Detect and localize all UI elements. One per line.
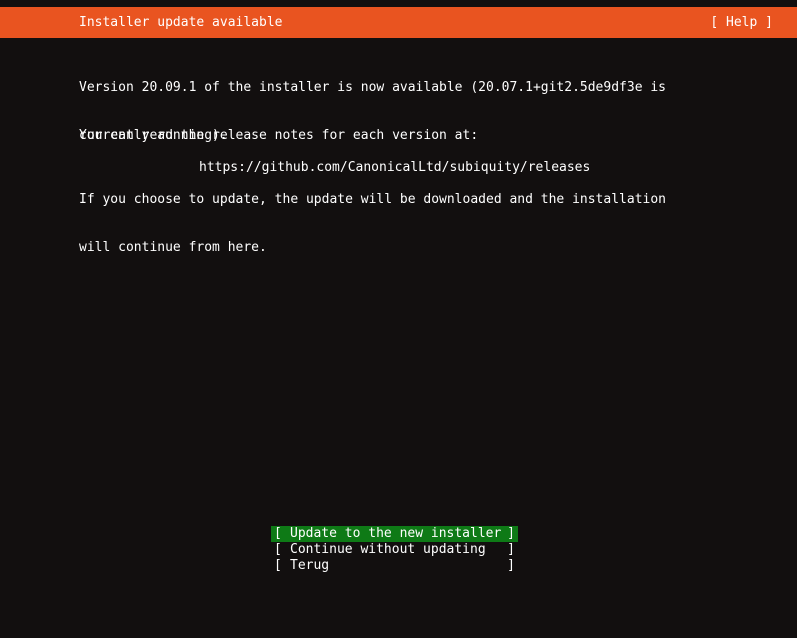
bracket-left-icon: [ [274,526,282,541]
back-button[interactable]: [ Terug ] [271,558,518,574]
bracket-right-icon: ] [507,542,515,557]
paragraph-update-info: If you choose to update, the update will… [79,160,666,288]
update-info-line-2: will continue from here. [79,240,267,255]
button-list: [ Update to the new installer ] [ Contin… [271,526,518,574]
button-label: Terug [290,558,330,573]
continue-without-updating-button[interactable]: [ Continue without updating ] [271,542,518,558]
version-line-1: Version 20.09.1 of the installer is now … [79,80,666,95]
button-label: Continue without updating [290,542,486,557]
header-bar: Installer update available [ Help ] [0,7,797,38]
button-label: Update to the new installer [290,526,502,541]
bracket-right-icon: ] [507,526,515,541]
terminal-screen: Installer update available [ Help ] Vers… [0,0,797,594]
update-to-new-installer-button[interactable]: [ Update to the new installer ] [271,526,518,542]
help-button[interactable]: [ Help ] [710,7,773,38]
update-info-line-1: If you choose to update, the update will… [79,192,666,207]
bracket-left-icon: [ [274,558,282,573]
page-title: Installer update available [79,15,283,30]
bracket-left-icon: [ [274,542,282,557]
content-area: Version 20.09.1 of the installer is now … [0,38,797,594]
bracket-right-icon: ] [507,558,515,573]
